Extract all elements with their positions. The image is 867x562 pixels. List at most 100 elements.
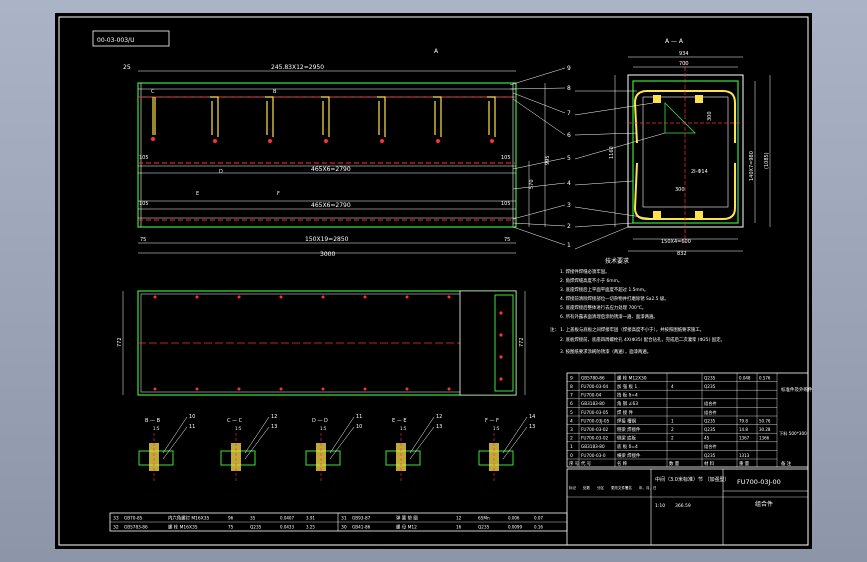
detail-callout-b: 13 (271, 424, 277, 430)
bom-header-cell: 名 称 (617, 460, 628, 467)
bom-w1: 14.8 (739, 427, 748, 432)
section-d-mark: D (219, 169, 223, 175)
note2-3: 3. 按图纸要求涂刷防锈漆（两遍），面漆两遍。 (560, 348, 651, 355)
bom-name: 侧梁 焊接件 (617, 426, 641, 433)
bom-code: FU700-03-04 (581, 384, 608, 389)
bom-qty: 4 (671, 384, 674, 389)
section-detail-label: E — E (392, 418, 407, 424)
parts-w1: 0.0407 (280, 516, 294, 521)
dim-75-a: 75 (140, 237, 146, 243)
note2-2: 2. 底板焊接前，底座四周螺栓孔 4X(Φ35) 配合钻孔，完成后二次灌浆 (Φ… (560, 336, 725, 343)
parts-w2: 0.07 (534, 516, 543, 521)
parts-w1: 0.0433 (280, 525, 294, 530)
bottom-parts-strip[interactable]: 33 GB70-85 内六角螺钉 M16X35 96 35 0.0407 3.91 32 GB5… (109, 512, 568, 532)
dim-bottom-1: 150X19=2850 (305, 236, 349, 243)
parts-qty: 96 (228, 516, 234, 521)
detail-callout-b: 13 (436, 424, 442, 430)
title-small-label: 年、月、日 (639, 485, 657, 490)
drawing-canvas[interactable]: 00-03-003/U 245.83X12=2950 25 465X6=2790… (55, 13, 813, 549)
parts-code: GB41-86 (352, 525, 371, 530)
callout-8: 8 (567, 85, 571, 92)
parts-no: 33 (113, 516, 119, 522)
bom-no: 1 (570, 444, 573, 450)
bom-code: FU700-04 (581, 393, 602, 398)
section-detail-1: C — C 1:5 12 13 (220, 414, 277, 483)
section-detail-scale: 1:5 (235, 426, 242, 431)
section-detail-4: F — F 1:5 14 13 (478, 414, 535, 483)
bom-w1: 1313 (739, 453, 750, 458)
bill-of-materials[interactable]: 9 GB5780-86 螺 栓 M12X30 Q235 0.048 0.576 8 FU700… (566, 372, 813, 490)
section-detail-2: D — D 1:5 11 10 (305, 414, 362, 483)
technical-notes: 技术要求 1. 焊接件焊缝必须牢固。 2. 角焊焊缝高度不小于 6mm。 3. … (550, 257, 725, 355)
engineering-drawing: 00-03-003/U 245.83X12=2950 25 465X6=2790… (58, 16, 813, 546)
parts-name: 弹 簧 垫 圈 (396, 515, 418, 522)
bom-code: GB3183-80 (581, 444, 605, 449)
sec-dim-right-2: (1085) (764, 152, 770, 169)
parts-name: 螺 母 M12 (396, 524, 417, 531)
note-5: 5. 底座焊接后整体进行去应力处理 700℃。 (560, 304, 646, 311)
bom-row: 8 FU700-03-04 加 强 板 1 4 Q235 (567, 383, 777, 391)
note-4: 4. 焊接前清除焊接部位一切杂物并打磨除锈 Sa2.5 级。 (560, 295, 669, 302)
bom-name: 挡 板 δ=4 (617, 392, 638, 399)
parts-code: GB93-87 (352, 516, 371, 521)
bom-name: 螺 栓 M12X30 (617, 374, 647, 381)
parts-row: 32 GB5783-86 螺 栓 M16X35 75 Q235 0.0433 3.25 (113, 524, 315, 531)
detail-callout-b: 10 (356, 424, 362, 430)
cad-viewport: 00-03-003/U 245.83X12=2950 25 465X6=2790… (0, 0, 867, 562)
bom-mat: 组合件 (704, 400, 717, 407)
bom-code: FU700-03-02 (581, 427, 608, 432)
callout-7: 7 (567, 110, 571, 117)
bom-name: 加 强 板 1 (617, 383, 637, 390)
callout-9: 9 (567, 65, 571, 72)
parts-row: 33 GB70-85 内六角螺钉 M16X35 96 35 0.0407 3.91 (113, 515, 315, 522)
parts-no: 32 (113, 525, 119, 531)
parts-qty: 75 (228, 525, 234, 530)
bom-row: 9 GB5780-86 螺 栓 M12X30 Q235 0.048 0.576 (567, 374, 777, 382)
bom-row: 7 FU700-04 挡 板 δ=4 (567, 392, 777, 399)
notes-title: 技术要求 (605, 257, 629, 265)
title-code: FU700-03J-00 (737, 478, 781, 486)
title-name: 中间（3.0米标准）节 （加强型） (655, 476, 730, 483)
bom-no: 0 (570, 453, 573, 459)
dim-mid-2: 465X6=2790 (311, 202, 351, 209)
bom-code: GB3183-80 (581, 401, 605, 406)
bom-side-note: 标准件及外购件 (781, 386, 812, 393)
section-detail-scale: 1:5 (153, 426, 160, 431)
bom-header-cell: 材 料 (704, 460, 715, 467)
note-3: 3. 底座焊接后上平面平面度不超过 1.5mm。 (560, 286, 648, 293)
title-small-label: 处数 (583, 485, 591, 490)
dim-105-b: 105 (501, 155, 511, 161)
bom-row: 5 FU700-03-05 焊 接 件 组合件 (567, 409, 777, 417)
section-details[interactable]: B — B 1:5 10 11 C — C 1:5 12 13 D — D 1:5 11 10 E — … (138, 414, 535, 483)
bom-row: 1 GB3183-80 底 板 δ=4 组合件 (567, 443, 777, 451)
section-a-view[interactable]: A — A 934 700 1160 300 300 140X7=980 (10… (574, 38, 771, 257)
sec-dim-150: 150X4=600 (661, 239, 691, 245)
section-detail-label: C — C (227, 418, 243, 424)
dim-75-b: 75 (504, 237, 510, 243)
bom-code: FU700-03-05 (581, 410, 608, 415)
bom-header-cell: 代 号 (581, 460, 592, 467)
plan-view[interactable]: 772 772 (117, 290, 526, 396)
bom-row: 4 FU700-03J-05 焊接 槽钢 1 Q235 79.8 50.76 (567, 417, 777, 425)
bom-code: FU700-03-0 (581, 453, 606, 458)
callout-4: 4 (567, 180, 571, 187)
sec-dim-700: 700 (679, 61, 689, 67)
section-f-mark: F (277, 191, 280, 197)
title-block: 中间（3.0米标准）节 （加强型） FU700-03J-00 组合件 1:10 … (566, 468, 809, 546)
bom-header-cell: 序 号 (569, 460, 580, 467)
frame-tag: 00-03-003/U (97, 37, 134, 44)
callout-6: 6 (567, 132, 571, 139)
parts-qty: 16 (456, 525, 462, 530)
note-6: 6. 所有外露表面清理后涂防锈漆一遍、面漆两遍。 (560, 313, 658, 320)
bom-no: 4 (570, 418, 573, 424)
parts-mat: 35 (250, 516, 256, 521)
callout-2: 2 (567, 223, 571, 230)
callout-3: 3 (567, 202, 571, 209)
elevation-view[interactable]: 245.83X12=2950 25 465X6=2790 465X6=2790 … (123, 48, 571, 258)
bom-no: 5 (570, 410, 573, 416)
bom-w1: 1367 (739, 436, 750, 441)
section-detail-scale: 1:5 (493, 426, 500, 431)
bom-mat: 组合件 (704, 409, 717, 416)
bom-mat: Q235 (704, 453, 716, 458)
section-outline (627, 74, 744, 228)
